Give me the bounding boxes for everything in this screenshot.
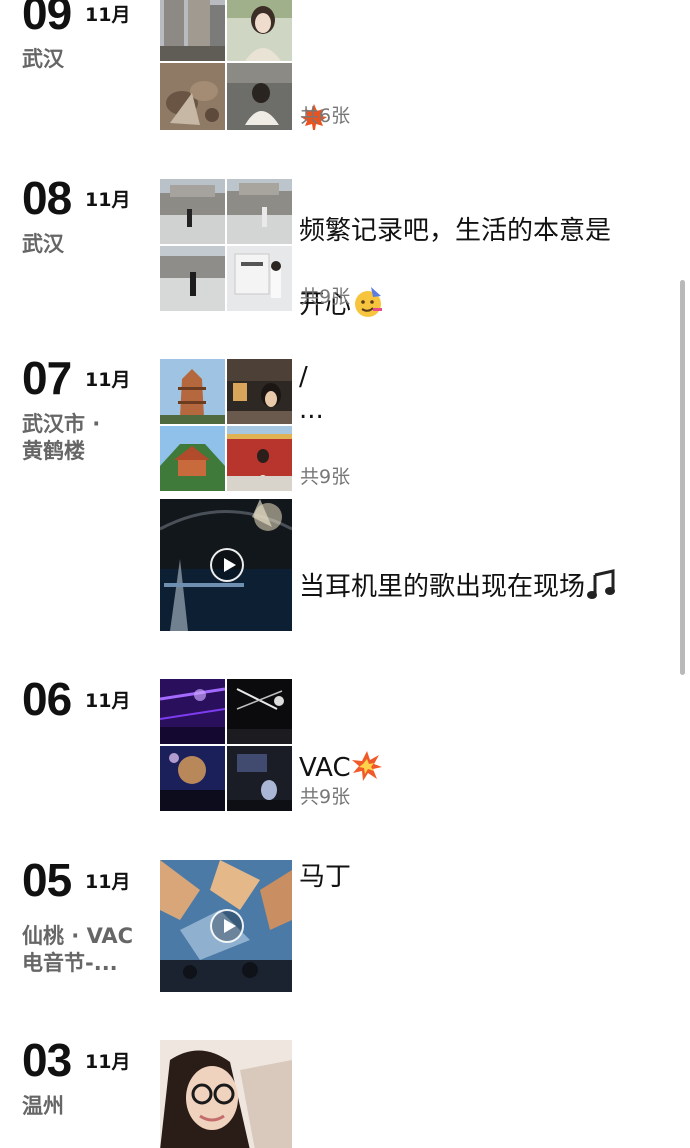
photo-thumbnail[interactable] xyxy=(227,63,292,130)
post-day: 05 xyxy=(22,854,72,906)
photo-count: 共6张 xyxy=(300,105,351,127)
photo-thumbnail[interactable] xyxy=(227,426,292,491)
photo-grid[interactable] xyxy=(160,179,292,311)
post-caption: 马丁 xyxy=(299,862,352,892)
photo-count: 共9张 xyxy=(300,786,351,808)
photo-grid[interactable] xyxy=(160,359,292,491)
photo-grid[interactable] xyxy=(160,1040,292,1148)
photo-thumbnail[interactable] xyxy=(227,746,292,811)
music-notes-icon xyxy=(585,533,617,611)
play-icon[interactable] xyxy=(210,909,244,943)
post-month: 11月 xyxy=(85,189,131,211)
photo-thumbnail[interactable] xyxy=(160,179,225,244)
post-day: 08 xyxy=(22,172,72,224)
photo-thumbnail[interactable] xyxy=(227,246,292,311)
caption-text: VAC xyxy=(299,753,351,783)
post-month: 11月 xyxy=(85,369,131,391)
video-thumbnail[interactable] xyxy=(160,860,292,992)
post-caption: VAC xyxy=(299,678,674,792)
photo-count: 共9张 xyxy=(300,286,351,308)
post-location[interactable]: 武汉 xyxy=(22,46,150,73)
photo-thumbnail[interactable] xyxy=(160,746,225,811)
photo-thumbnail[interactable] xyxy=(160,0,225,61)
post-caption: 频繁记录吧，生活的本意是 开心 xyxy=(299,177,674,329)
post-day: 06 xyxy=(22,673,72,725)
post-entry[interactable]: 09 11月 武汉 共6张 xyxy=(0,0,690,140)
photo-thumbnail[interactable] xyxy=(160,63,225,130)
photo-thumbnail[interactable] xyxy=(227,359,292,424)
video-caption: 当耳机里的歌出现在现场 xyxy=(299,497,674,611)
post-location[interactable]: 武汉 xyxy=(22,231,150,258)
post-month: 11月 xyxy=(85,4,131,26)
post-month: 11月 xyxy=(85,690,131,712)
play-icon[interactable] xyxy=(210,548,244,582)
photo-count: 共9张 xyxy=(300,466,351,488)
post-day: 07 xyxy=(22,352,72,404)
post-month: 11月 xyxy=(85,1051,131,1073)
post-month: 11月 xyxy=(85,871,131,893)
post-caption xyxy=(299,0,674,142)
collision-icon xyxy=(351,714,383,792)
post-location[interactable]: 仙桃 · VAC 电音节-... xyxy=(22,923,150,977)
video-caption-text: 当耳机里的歌出现在现场 xyxy=(299,572,586,602)
post-entry[interactable]: 08 11月 武汉 频繁记录吧，生活的本意是 开心 共9张 xyxy=(0,172,690,320)
photo-thumbnail[interactable] xyxy=(160,679,225,744)
photo-thumbnail[interactable] xyxy=(227,179,292,244)
photo-thumbnail[interactable] xyxy=(160,426,225,491)
photo-thumbnail[interactable] xyxy=(227,0,292,61)
post-day: 09 xyxy=(22,0,72,39)
post-entry[interactable]: 05 11月 仙桃 · VAC 电音节-... 马丁 xyxy=(0,857,690,997)
photo-grid[interactable] xyxy=(160,0,292,130)
post-location[interactable]: 温州 xyxy=(22,1093,150,1120)
post-entry[interactable]: 07 11月 武汉市 · 黄鹤楼 / ... 共9张 当耳机里的歌出现在现场 xyxy=(0,355,690,635)
post-caption: / ... xyxy=(299,362,324,425)
video-thumbnail[interactable] xyxy=(160,499,292,631)
maple-leaf-icon xyxy=(299,66,329,142)
photo-grid[interactable] xyxy=(160,679,292,811)
photo-thumbnail[interactable] xyxy=(160,1040,292,1148)
photo-thumbnail[interactable] xyxy=(160,246,225,311)
moments-feed: 09 11月 武汉 共6张 08 11月 武汉 频繁记录吧，生活的本意是 开心 … xyxy=(0,0,690,1148)
post-entry[interactable]: 03 11月 温州 xyxy=(0,1037,690,1148)
post-day: 03 xyxy=(22,1034,72,1086)
scrollbar[interactable] xyxy=(680,280,685,675)
post-entry[interactable]: 06 11月 VAC 共9张 xyxy=(0,676,690,816)
post-location[interactable]: 武汉市 · 黄鹤楼 xyxy=(22,411,150,465)
photo-thumbnail[interactable] xyxy=(160,359,225,424)
photo-thumbnail[interactable] xyxy=(227,679,292,744)
party-face-icon xyxy=(351,249,385,329)
